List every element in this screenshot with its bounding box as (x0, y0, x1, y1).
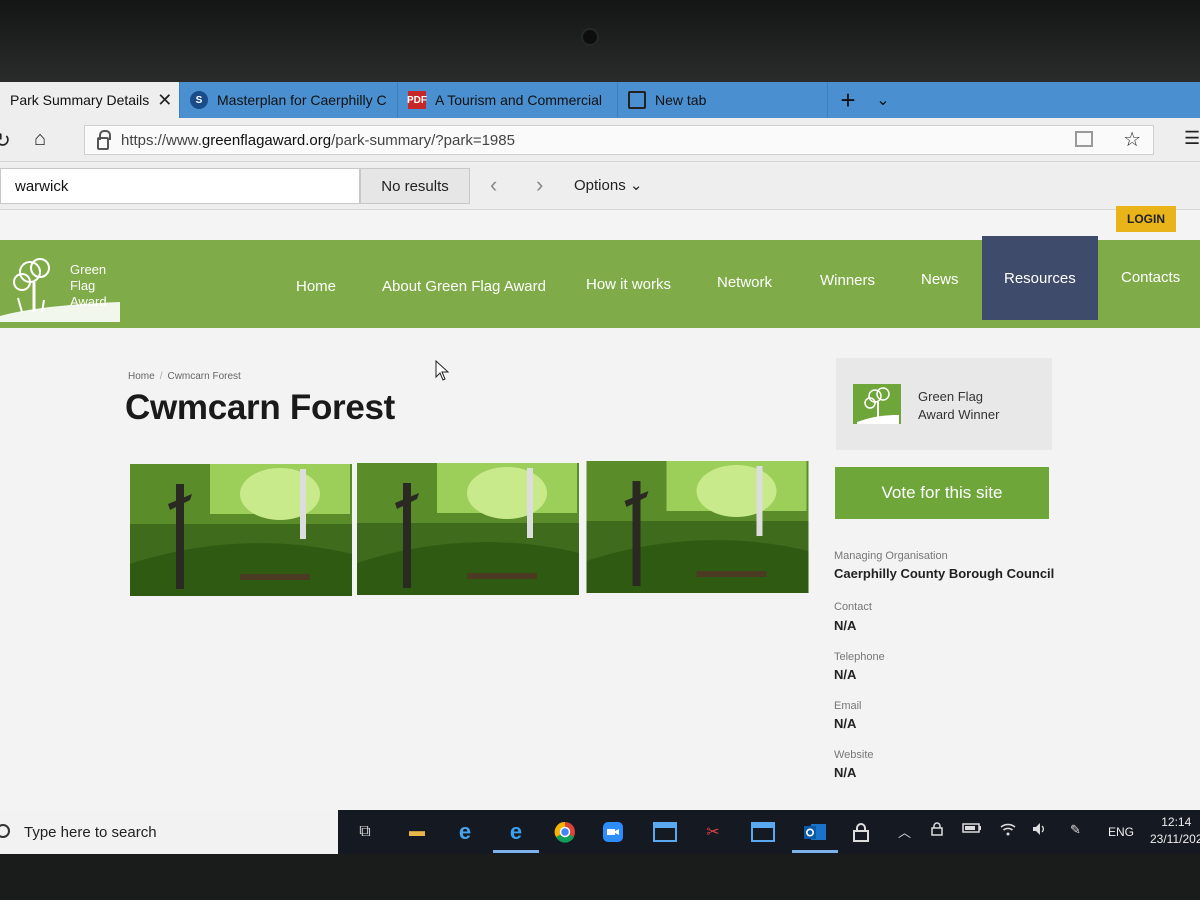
managing-organisation-label: Managing Organisation (834, 550, 948, 562)
logo-text: Green Flag Award (70, 262, 107, 309)
award-winner-text: Green Flag Award Winner (918, 389, 1000, 422)
system-clock[interactable]: 12:14 23/11/202 (1150, 814, 1200, 848)
pdf-icon: PDF (407, 91, 427, 109)
green-flag-tree-icon (853, 384, 901, 424)
nav-winners[interactable]: Winners (820, 272, 875, 289)
monitor-bezel-top (0, 0, 1200, 82)
show-hidden-icons-chevron[interactable]: ︿ (898, 822, 911, 841)
find-input[interactable]: warwick (0, 168, 360, 204)
previous-result-icon[interactable]: ‹ (490, 172, 497, 198)
app-window-icon[interactable] (652, 820, 678, 844)
nav-about[interactable]: About Green Flag Award (382, 278, 546, 295)
tab-masterplan[interactable]: S Masterplan for Caerphilly C (180, 82, 398, 118)
nav-news[interactable]: News (921, 271, 959, 288)
clock-date: 23/11/202 (1150, 832, 1200, 846)
nav-network[interactable]: Network (717, 274, 772, 291)
telephone-value: N/A (834, 667, 857, 682)
clock-time: 12:14 (1161, 815, 1192, 829)
site-s-icon: S (190, 91, 208, 109)
windows-taskbar: Type here to search ⧉ ▬ e e ✂ ︿ ✎ ENG 12… (0, 810, 1200, 854)
vote-for-site-button[interactable]: Vote for this site (835, 467, 1049, 519)
park-photo-1[interactable] (130, 464, 352, 596)
website-value: N/A (834, 765, 857, 780)
contact-value: N/A (834, 618, 857, 633)
managing-organisation-value: Caerphilly County Borough Council (834, 566, 1055, 581)
tab-new-tab[interactable]: New tab (618, 82, 828, 118)
volume-icon[interactable] (1032, 822, 1048, 839)
find-options-button[interactable]: Options ⌄ (574, 176, 642, 194)
tab-list-chevron-icon[interactable]: ⌄ (868, 82, 898, 118)
tab-title: New tab (655, 92, 707, 108)
nav-contacts[interactable]: Contacts (1121, 269, 1180, 286)
battery-icon[interactable] (962, 822, 982, 837)
tab-title: A Tourism and Commercial (435, 92, 603, 108)
nav-home[interactable]: Home (296, 278, 336, 295)
pen-workspace-icon[interactable]: ✎ (1070, 822, 1081, 838)
zoom-icon[interactable] (600, 820, 626, 844)
find-status: No results (360, 168, 470, 204)
website-label: Website (834, 749, 874, 761)
park-photo-3[interactable] (585, 461, 810, 593)
search-icon (0, 824, 10, 838)
mouse-cursor-icon (435, 360, 450, 381)
contact-label: Contact (834, 601, 872, 613)
outlook-icon[interactable] (802, 820, 828, 844)
tab-tourism-pdf[interactable]: PDF A Tourism and Commercial (398, 82, 618, 118)
chrome-icon[interactable] (552, 820, 578, 844)
close-tab-icon[interactable]: ✕ (149, 90, 172, 111)
vpn-lock-icon[interactable] (848, 820, 874, 844)
edge-browser-icon[interactable]: e (503, 819, 529, 844)
url-text: https://www.greenflagaward.org/park-summ… (121, 131, 515, 149)
tray-lock-icon[interactable] (930, 822, 944, 839)
snipping-tool-icon[interactable]: ✂ (700, 820, 726, 844)
webcam (583, 30, 597, 44)
app-window-2-icon[interactable] (750, 820, 776, 844)
wifi-icon[interactable] (1000, 822, 1016, 839)
park-photo-2[interactable] (357, 463, 579, 595)
email-label: Email (834, 700, 862, 712)
nav-how-it-works[interactable]: How it works (586, 276, 671, 293)
screen: Park Summary Details ✕ S Masterplan for … (0, 82, 1200, 854)
new-tab-plus-icon[interactable]: + (828, 82, 868, 118)
tab-park-summary[interactable]: Park Summary Details ✕ (0, 82, 180, 118)
address-bar: ↻ ⌂ https://www.greenflagaward.org/park-… (0, 118, 1200, 162)
find-bar: warwick No results ‹ › Options ⌄ (0, 162, 1200, 210)
email-value: N/A (834, 716, 857, 731)
new-tab-icon (628, 91, 646, 109)
lock-icon (97, 129, 111, 150)
file-explorer-icon[interactable]: ▬ (404, 820, 430, 844)
internet-explorer-icon[interactable]: e (452, 819, 478, 844)
outlook-active-indicator (792, 850, 838, 853)
tab-bar: Park Summary Details ✕ S Masterplan for … (0, 82, 1200, 118)
active-app-indicator (493, 850, 539, 853)
breadcrumb: Home / Cwmcarn Forest (128, 371, 241, 382)
nav-resources-label: Resources (1004, 270, 1076, 287)
task-view-icon[interactable]: ⧉ (352, 820, 378, 844)
taskbar-search-placeholder: Type here to search (24, 823, 157, 841)
reading-view-icon[interactable] (1075, 131, 1093, 147)
tab-title: Masterplan for Caerphilly C (217, 92, 387, 108)
tab-title: Park Summary Details (10, 92, 150, 108)
telephone-label: Telephone (834, 651, 885, 663)
page-title: Cwmcarn Forest (125, 388, 396, 427)
next-result-icon[interactable]: › (536, 172, 543, 198)
url-field[interactable]: https://www.greenflagaward.org/park-summ… (84, 125, 1154, 155)
hub-menu-icon[interactable]: ☰ (1184, 128, 1200, 149)
favorite-star-icon[interactable]: ☆ (1123, 127, 1141, 152)
login-button[interactable]: LOGIN (1116, 206, 1176, 232)
home-icon[interactable]: ⌂ (34, 128, 46, 151)
refresh-icon[interactable]: ↻ (0, 128, 11, 153)
monitor-bezel-bottom (0, 854, 1200, 900)
input-language[interactable]: ENG (1108, 825, 1134, 839)
taskbar-search-box[interactable]: Type here to search (0, 810, 338, 854)
breadcrumb-home[interactable]: Home (128, 371, 155, 382)
breadcrumb-current: Cwmcarn Forest (167, 371, 241, 382)
